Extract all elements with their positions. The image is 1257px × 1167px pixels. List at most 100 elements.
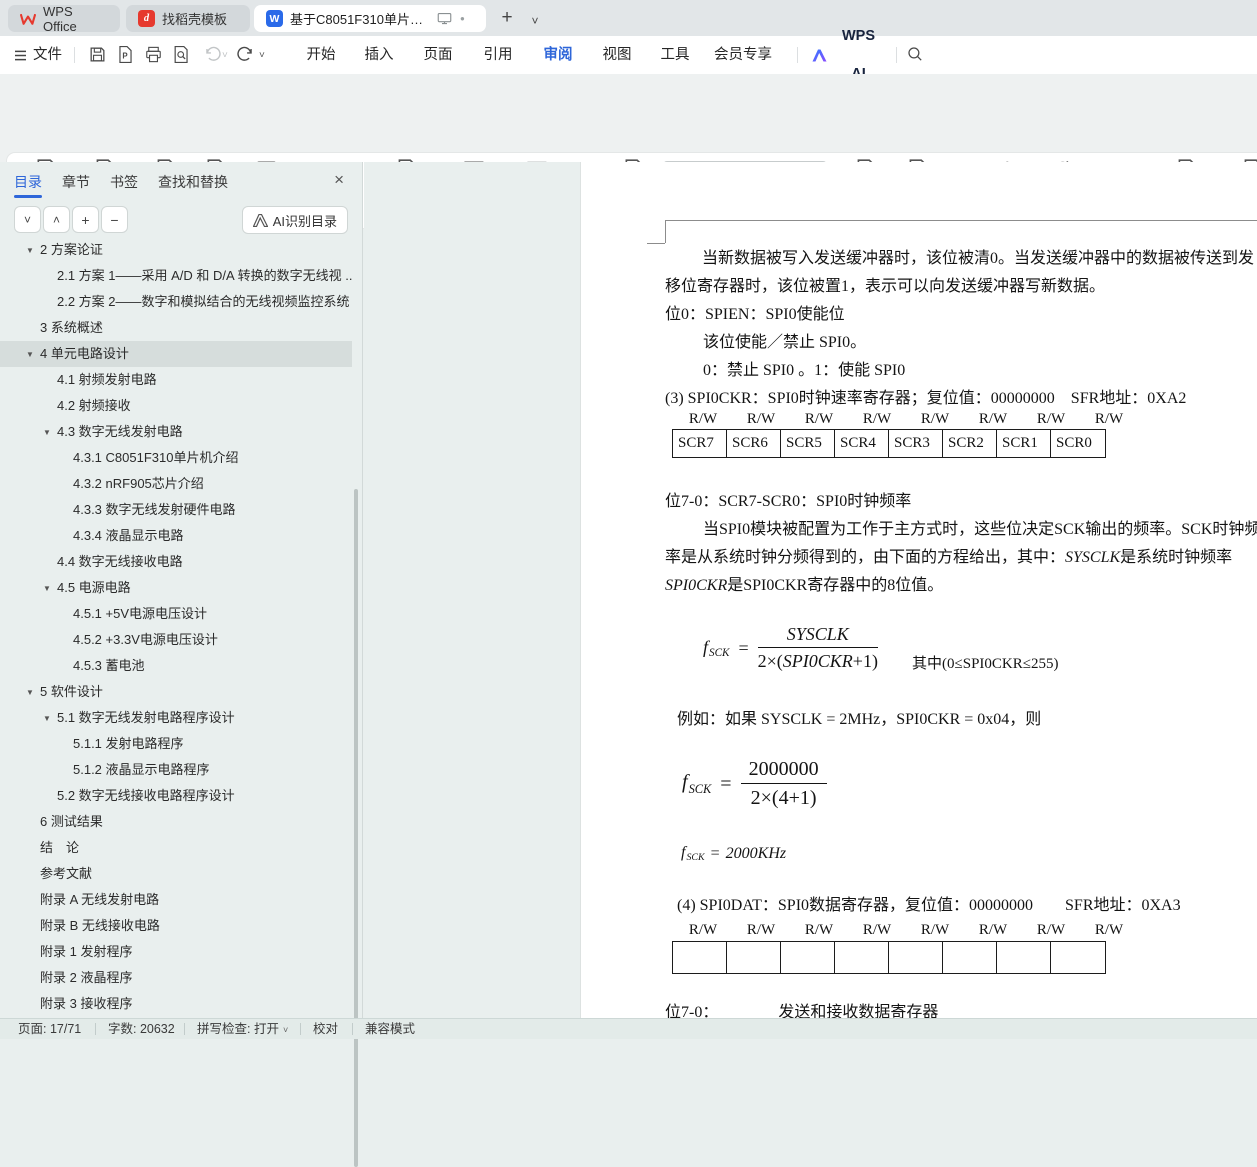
- sidebar-tab-toc[interactable]: 目录: [14, 170, 42, 194]
- toc-list: ▼ 2 方案论证 2.1 方案 1——采用 A/D 和 D/A 转换的数字无线视 …: [0, 237, 352, 1018]
- toc-item[interactable]: 4.3.4 液晶显示电路: [0, 523, 352, 549]
- toc-item[interactable]: 参考文献: [0, 861, 352, 887]
- menu-item-reference[interactable]: 引用: [482, 36, 514, 74]
- menu-item-member[interactable]: 会员专享: [712, 36, 774, 74]
- toc-item[interactable]: 结 论: [0, 835, 352, 861]
- ai-recognize-toc-button[interactable]: AI识别目录: [241, 206, 348, 234]
- doc-paragraph: 该位使能／禁止 SPI0。: [703, 334, 867, 351]
- tab-list-chevron[interactable]: ˅: [523, 9, 547, 33]
- page-indicator[interactable]: 页面: 17/71: [18, 1019, 81, 1039]
- wps-logo-icon: [20, 12, 36, 26]
- toc-item[interactable]: 附录 3 接收程序: [0, 991, 352, 1017]
- tab-wps-office[interactable]: WPS Office: [8, 3, 120, 34]
- spi0dat-register-table: [672, 941, 1106, 974]
- undo-chevron[interactable]: ˅: [222, 50, 228, 61]
- proofread-status[interactable]: 校对: [313, 1019, 338, 1039]
- toc-collapse-button[interactable]: ˄: [43, 206, 70, 233]
- toc-item[interactable]: 4.4 数字无线接收电路: [0, 549, 352, 575]
- toc-item[interactable]: 4.2 射频接收: [0, 393, 352, 419]
- formula-fsck-definition: fSCK = SYSCLK 2×(SPI0CKR+1): [703, 624, 878, 671]
- toc-item[interactable]: ▼ 4.5 电源电路: [0, 575, 352, 601]
- export-pdf-icon[interactable]: P: [116, 45, 136, 65]
- toc-item[interactable]: ▼ 5 软件设计: [0, 679, 352, 705]
- toc-item[interactable]: 5.1.1 发射电路程序: [0, 731, 352, 757]
- sidebar-tab-find-replace[interactable]: 查找和替换: [158, 170, 228, 194]
- toc-item[interactable]: 附录 A 无线发射电路: [0, 887, 352, 913]
- toc-item[interactable]: 4.3.3 数字无线发射硬件电路: [0, 497, 352, 523]
- compat-mode-indicator[interactable]: 兼容模式: [365, 1019, 415, 1039]
- docer-icon: d: [138, 10, 155, 27]
- ai-toc-icon: [252, 213, 268, 227]
- toc-item[interactable]: 6 测试结果: [0, 809, 352, 835]
- toc-item[interactable]: ▼ 2 方案论证: [0, 237, 352, 263]
- toc-item[interactable]: 附录 2 液晶程序: [0, 965, 352, 991]
- sidebar-close-icon[interactable]: ×: [334, 170, 344, 190]
- menu-item-review[interactable]: 审阅: [542, 36, 574, 74]
- menu-item-tools[interactable]: 工具: [659, 36, 691, 74]
- undo-icon[interactable]: [203, 45, 223, 65]
- toc-item[interactable]: 附录 1 发射程序: [0, 939, 352, 965]
- hamburger-icon: [14, 50, 27, 61]
- toc-item-selected[interactable]: ▼ 4 单元电路设计: [0, 341, 352, 367]
- wps-ai-button[interactable]: WPS AI: [812, 28, 884, 82]
- screen-share-icon[interactable]: [437, 12, 452, 25]
- doc-paragraph: (4) SPI0DAT：SPI0数据寄存器，复位值：00000000 SFR地址…: [677, 897, 1181, 914]
- sidebar-scrollbar[interactable]: [354, 489, 358, 1167]
- doc-paragraph-clipped: 位7-0： 发送和接收数据寄存器: [665, 1004, 939, 1018]
- toc-item[interactable]: ▼ 5.1 数字无线发射电路程序设计: [0, 705, 352, 731]
- unsaved-dot-icon: ●: [460, 14, 465, 23]
- chevron-down-icon: ˅: [282, 1025, 289, 1035]
- register-rw-row: R/W R/W R/W R/W R/W R/W R/W R/W: [688, 922, 1124, 938]
- toc-item[interactable]: 4.5.3 蓄电池: [0, 653, 352, 679]
- search-icon[interactable]: [906, 45, 926, 65]
- doc-paragraph: 0：禁止 SPI0 。1：使能 SPI0: [703, 362, 906, 379]
- ribbon: 校对 标准审查 比较˅ 朗读 12 字数统计 ABC 拼写检查˅ A: [0, 74, 1257, 229]
- doc-paragraph: 当SPI0模块被配置为工作于主方式时，这些位决定SCK输出的频率。SCK时钟频: [703, 521, 1257, 538]
- sidebar-tab-chapters[interactable]: 章节: [62, 170, 90, 194]
- new-tab-button[interactable]: +: [495, 6, 519, 30]
- menu-item-insert[interactable]: 插入: [363, 36, 395, 74]
- toc-item[interactable]: 3 系统概述: [0, 315, 352, 341]
- word-count-indicator[interactable]: 字数: 20632: [108, 1019, 175, 1039]
- print-icon[interactable]: [144, 45, 164, 65]
- toc-item[interactable]: 2.2 方案 2——数字和模拟结合的无线视频监控系统: [0, 289, 352, 315]
- menu-item-view[interactable]: 视图: [601, 36, 633, 74]
- tab-label: 基于C8051F310单片机与nRF: [290, 12, 430, 27]
- tab-label: WPS Office: [43, 3, 77, 34]
- status-bar: 页面: 17/71 字数: 20632 拼写检查: 打开 ˅ 校对 兼容模式: [0, 1018, 1257, 1039]
- toc-item[interactable]: 4.5.2 +3.3V电源电压设计: [0, 627, 352, 653]
- margin-corner: [665, 220, 666, 243]
- toc-zoom-out-button[interactable]: −: [101, 206, 128, 233]
- doc-paragraph: SPI0CKR是SPI0CKR寄存器中的8位值。: [665, 577, 944, 594]
- toc-item[interactable]: 4.3.1 C8051F310单片机介绍: [0, 445, 352, 471]
- document-canvas: 当新数据被写入发送缓冲器时，该位被清0。当发送缓冲器中的数据被传送到发 移位寄存…: [364, 162, 1257, 1018]
- toc-item[interactable]: 5.1.2 液晶显示电路程序: [0, 757, 352, 783]
- toc-item[interactable]: ▼ 4.3 数字无线发射电路: [0, 419, 352, 445]
- toc-zoom-in-button[interactable]: +: [72, 206, 99, 233]
- formula-note: 其中(0≤SPI0CKR≤255): [912, 656, 1059, 672]
- doc-paragraph: 位7-0：SCR7-SCR0：SPI0时钟频率: [665, 493, 912, 510]
- redo-icon[interactable]: [236, 45, 256, 65]
- toc-item[interactable]: 4.5.1 +5V电源电压设计: [0, 601, 352, 627]
- spi0ckr-register-table: SCR7 SCR6 SCR5 SCR4 SCR3 SCR2 SCR1 SCR0: [672, 429, 1106, 458]
- toc-item[interactable]: 2.1 方案 1——采用 A/D 和 D/A 转换的数字无线视 ...: [0, 263, 352, 289]
- margin-line: [665, 220, 1257, 221]
- menu-item-home[interactable]: 开始: [305, 36, 337, 74]
- print-preview-icon[interactable]: [172, 45, 192, 65]
- toc-item[interactable]: 附录 B 无线接收电路: [0, 913, 352, 939]
- svg-text:P: P: [122, 51, 127, 60]
- file-menu[interactable]: 文件: [12, 36, 64, 74]
- window-tab-bar: WPS Office d 找稻壳模板 W 基于C8051F310单片机与nRF …: [0, 0, 1257, 37]
- sidebar-tab-bookmarks[interactable]: 书签: [110, 170, 138, 194]
- tab-docer-templates[interactable]: d 找稻壳模板: [126, 5, 250, 32]
- toc-item[interactable]: 4.1 射频发射电路: [0, 367, 352, 393]
- spell-check-indicator[interactable]: 拼写检查: 打开 ˅: [197, 1019, 288, 1039]
- save-icon[interactable]: [88, 45, 108, 65]
- toc-expand-button[interactable]: ˅: [14, 206, 41, 233]
- tab-current-document[interactable]: W 基于C8051F310单片机与nRF ●: [254, 5, 486, 32]
- quick-access-chevron[interactable]: ˅: [259, 50, 265, 61]
- menu-item-page[interactable]: 页面: [422, 36, 454, 74]
- toc-item[interactable]: 5.2 数字无线接收电路程序设计: [0, 783, 352, 809]
- margin-corner: [647, 243, 665, 244]
- toc-item[interactable]: 4.3.2 nRF905芯片介绍: [0, 471, 352, 497]
